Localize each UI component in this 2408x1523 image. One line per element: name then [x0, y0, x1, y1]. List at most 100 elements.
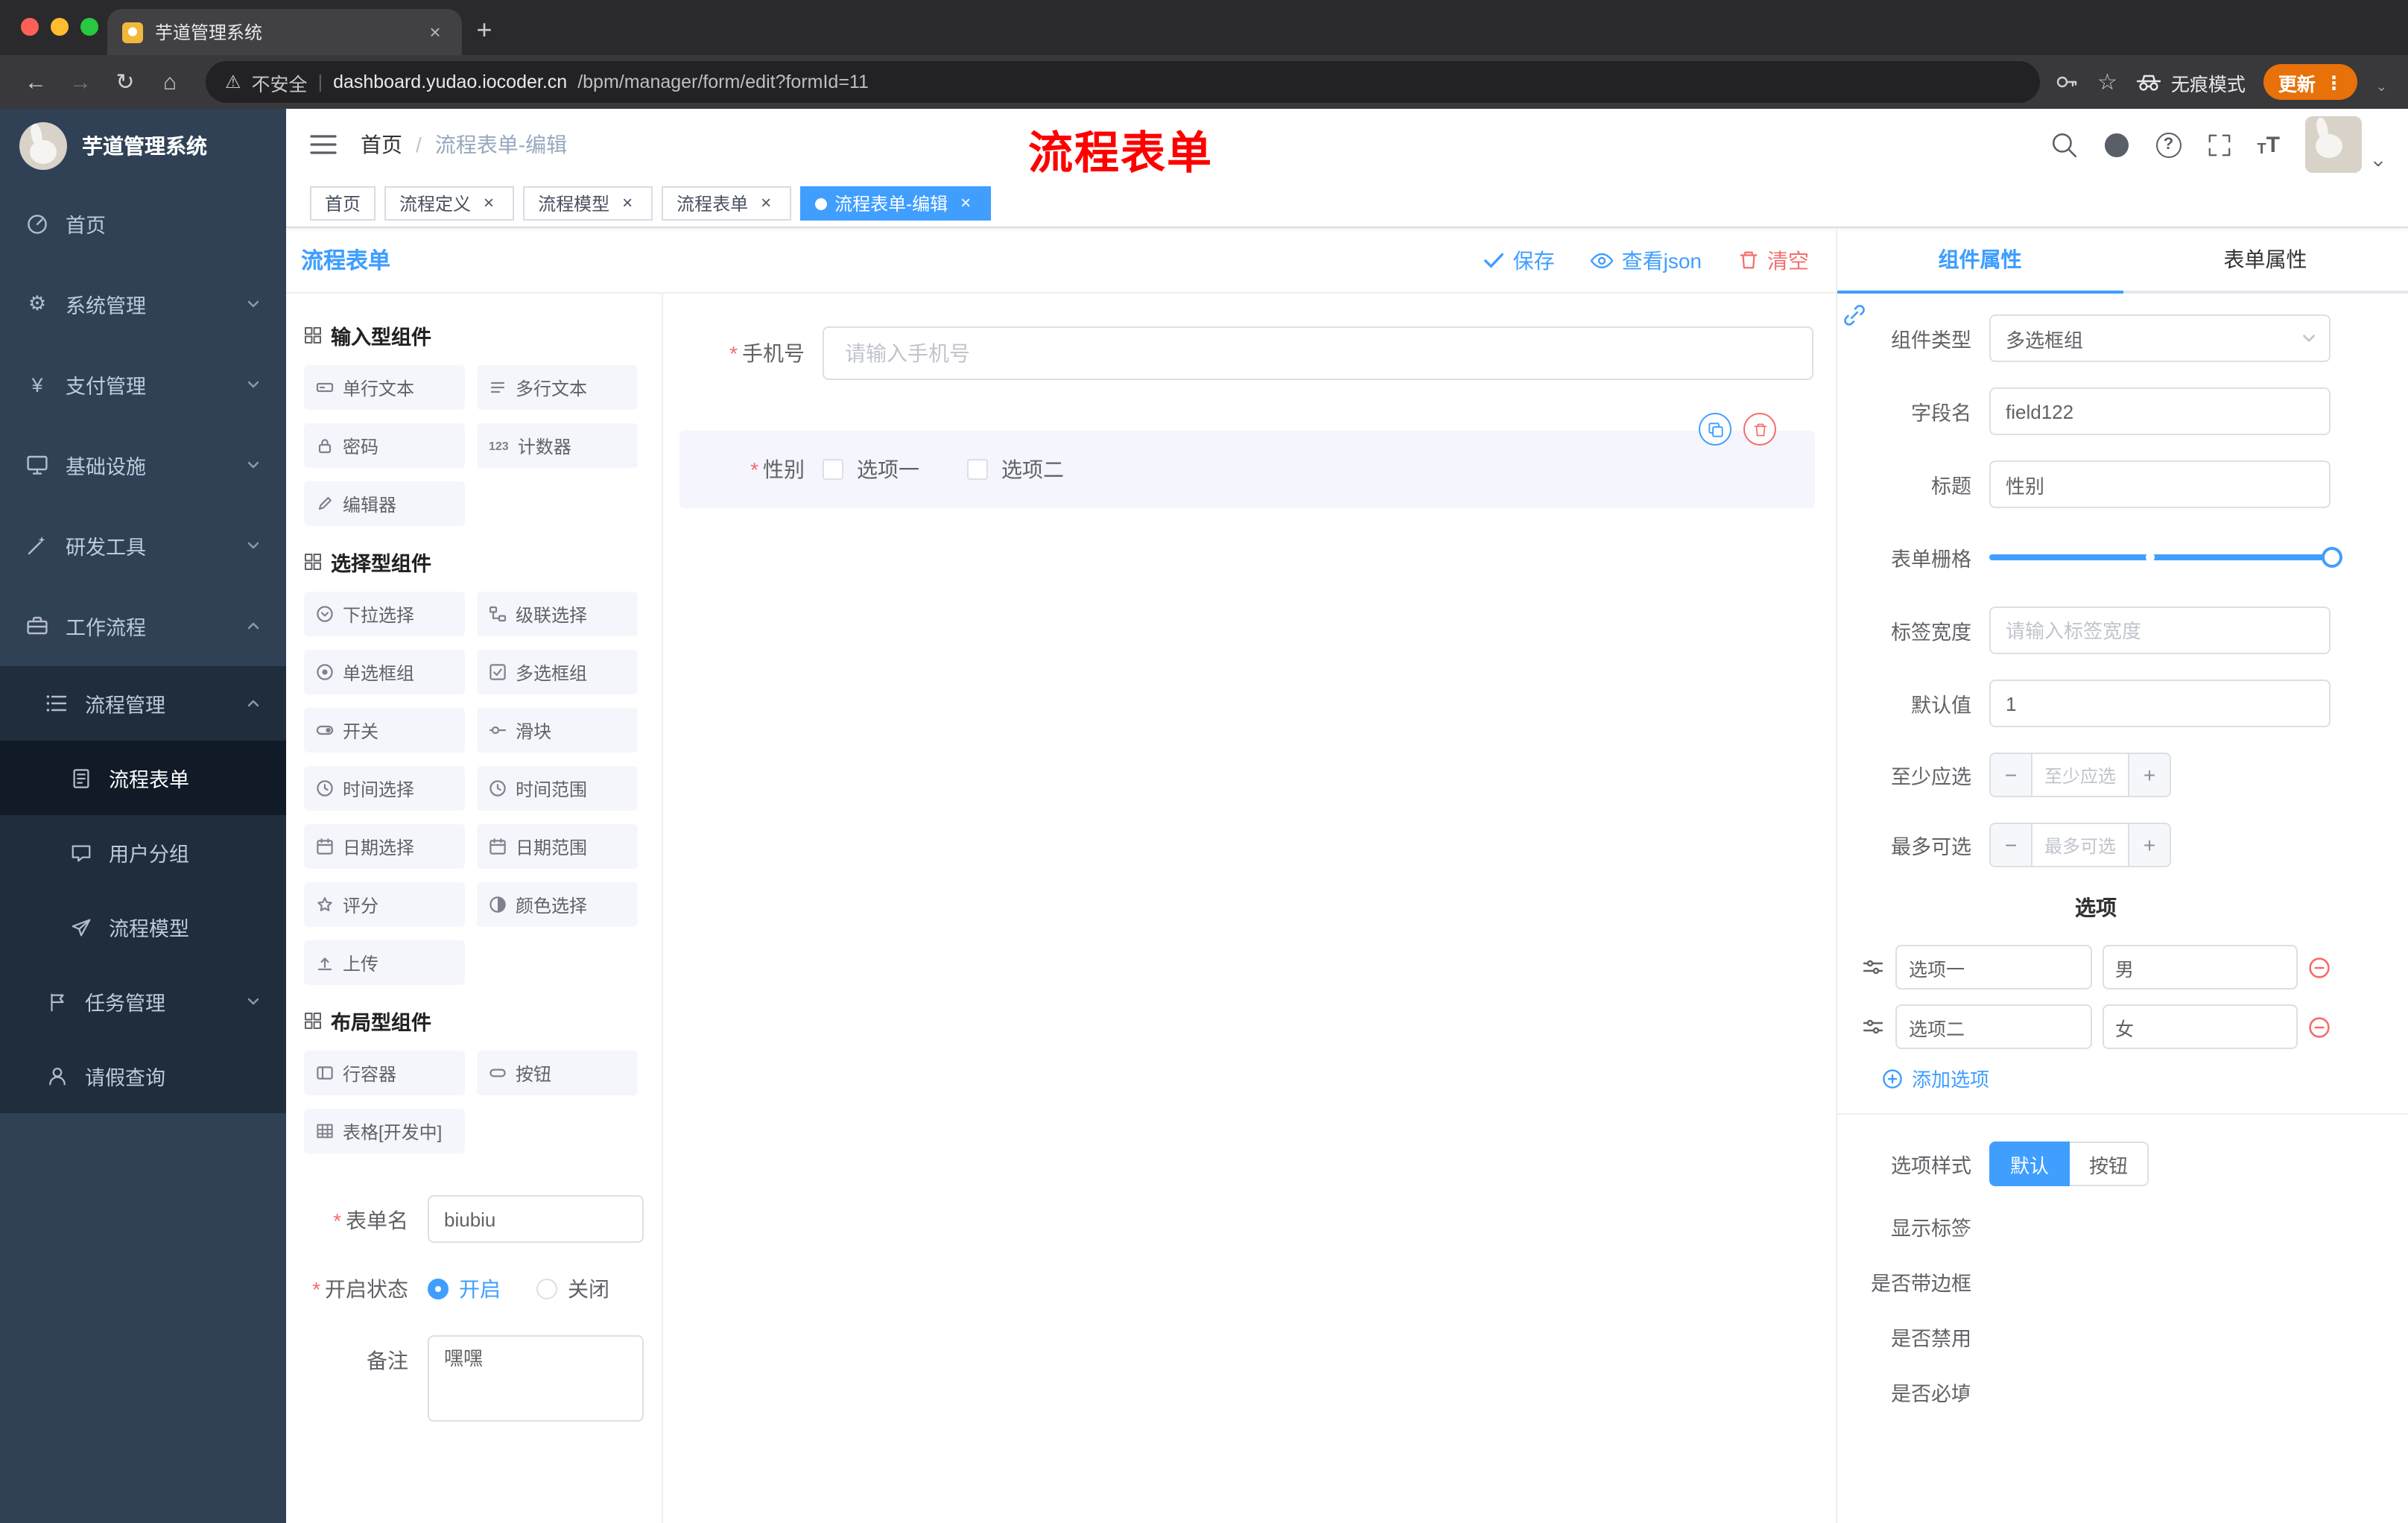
delete-component-button[interactable]	[1743, 413, 1776, 446]
sidebar-item-workflow[interactable]: 工作流程	[0, 586, 286, 666]
close-window-button[interactable]	[21, 18, 39, 36]
chip-password[interactable]: 密码	[304, 423, 465, 468]
chip-time-picker[interactable]: 时间选择	[304, 766, 465, 811]
chip-checkbox-group[interactable]: 多选框组	[477, 650, 638, 694]
chip-date-picker[interactable]: 日期选择	[304, 824, 465, 869]
add-option-button[interactable]: 添加选项	[1882, 1064, 2331, 1092]
decrement-button[interactable]: −	[1991, 824, 2032, 866]
chip-table[interactable]: 表格[开发中]	[304, 1109, 465, 1153]
chip-input-text[interactable]: 单行文本	[304, 365, 465, 410]
tag-close-icon[interactable]: ×	[617, 192, 638, 214]
minimize-window-button[interactable]	[51, 18, 69, 36]
new-tab-button[interactable]: +	[462, 7, 507, 52]
sidebar-logo[interactable]: 芋道管理系统	[0, 109, 286, 183]
tag-close-icon[interactable]: ×	[955, 192, 976, 214]
user-avatar[interactable]	[2305, 116, 2362, 173]
gender-option-2-checkbox[interactable]: 选项二	[967, 455, 1064, 484]
clear-button[interactable]: 清空	[1737, 245, 1809, 275]
drag-handle-icon[interactable]	[1861, 1015, 1885, 1039]
save-button[interactable]: 保存	[1483, 245, 1555, 275]
url-bar[interactable]: ⚠ 不安全 | dashboard.yudao.iocoder.cn/bpm/m…	[206, 61, 2041, 103]
fullscreen-icon[interactable]	[2206, 132, 2231, 157]
option-label-input[interactable]	[1895, 1004, 2091, 1049]
remove-option-button[interactable]	[2308, 956, 2331, 978]
drag-handle-icon[interactable]	[1861, 955, 1885, 979]
hamburger-icon[interactable]	[310, 133, 337, 156]
sidebar-item-process-form[interactable]: 流程表单	[0, 741, 286, 815]
copy-component-button[interactable]	[1699, 413, 1731, 446]
gender-field-row[interactable]: * 性别 选项一 选项二	[679, 413, 1815, 508]
chip-rate[interactable]: 评分	[304, 882, 465, 927]
tag-process-form-edit[interactable]: 流程表单-编辑 ×	[800, 186, 992, 221]
option-value-input[interactable]	[2102, 945, 2298, 990]
maximize-window-button[interactable]	[80, 18, 98, 36]
remark-textarea[interactable]: 嘿嘿	[428, 1335, 644, 1422]
default-value-input[interactable]	[1989, 680, 2331, 727]
tag-home[interactable]: 首页	[310, 186, 376, 221]
option-label-input[interactable]	[1895, 945, 2091, 990]
view-json-button[interactable]: 查看json	[1591, 245, 1702, 275]
tab-form-props[interactable]: 表单属性	[2123, 228, 2408, 291]
slider-handle[interactable]	[2322, 547, 2342, 568]
tag-close-icon[interactable]: ×	[478, 192, 499, 214]
help-icon[interactable]: ?	[2155, 132, 2182, 157]
option-value-input[interactable]	[2102, 1004, 2298, 1049]
status-off-radio[interactable]: 关闭	[536, 1274, 609, 1304]
tag-process-definition[interactable]: 流程定义 ×	[384, 186, 515, 221]
increment-button[interactable]: +	[2128, 754, 2170, 796]
gender-option-1-checkbox[interactable]: 选项一	[823, 455, 919, 484]
field-name-input[interactable]	[1989, 387, 2331, 435]
sidebar-item-process-management[interactable]: 流程管理	[0, 666, 286, 741]
title-input[interactable]	[1989, 460, 2331, 508]
chip-editor[interactable]: 编辑器	[304, 481, 465, 526]
chevron-down-icon[interactable]: ⌄	[2376, 79, 2387, 95]
tab-close-icon[interactable]: ×	[423, 21, 447, 43]
chip-counter[interactable]: 123 计数器	[477, 423, 638, 468]
max-count-value[interactable]: 最多可选	[2032, 824, 2128, 866]
form-name-input[interactable]	[428, 1195, 644, 1243]
home-icon[interactable]: ⌂	[149, 61, 191, 103]
reload-icon[interactable]: ↻	[104, 61, 146, 103]
tag-close-icon[interactable]: ×	[755, 192, 776, 214]
increment-button[interactable]: +	[2128, 824, 2170, 866]
search-icon[interactable]	[2050, 131, 2076, 158]
sidebar-item-user-group[interactable]: 用户分组	[0, 815, 286, 890]
chip-switch[interactable]: 开关	[304, 708, 465, 753]
grid-slider[interactable]	[1989, 533, 2342, 581]
decrement-button[interactable]: −	[1991, 754, 2032, 796]
chip-cascader[interactable]: 级联选择	[477, 592, 638, 636]
sidebar-item-system[interactable]: ⚙ 系统管理	[0, 264, 286, 344]
min-count-value[interactable]: 至少应选	[2032, 754, 2128, 796]
key-icon[interactable]	[2056, 70, 2079, 94]
chip-row-container[interactable]: 行容器	[304, 1051, 465, 1095]
sidebar-item-leave-query[interactable]: 请假查询	[0, 1039, 286, 1113]
sidebar-item-payment[interactable]: ¥ 支付管理	[0, 344, 286, 425]
update-button[interactable]: 更新 ⋮	[2263, 64, 2358, 100]
sidebar-item-devtools[interactable]: 研发工具	[0, 505, 286, 586]
link-icon[interactable]	[1842, 303, 1867, 328]
sidebar-item-task-management[interactable]: 任务管理	[0, 964, 286, 1039]
sidebar-item-infrastructure[interactable]: 基础设施	[0, 425, 286, 505]
status-on-radio[interactable]: 开启	[428, 1274, 501, 1304]
tag-process-form[interactable]: 流程表单 ×	[662, 186, 792, 221]
browser-tab[interactable]: 芋道管理系统 ×	[107, 9, 462, 55]
tab-component-props[interactable]: 组件属性	[1837, 228, 2123, 294]
chip-radio-group[interactable]: 单选框组	[304, 650, 465, 694]
chip-color-picker[interactable]: 颜色选择	[477, 882, 638, 927]
chip-time-range[interactable]: 时间范围	[477, 766, 638, 811]
chip-date-range[interactable]: 日期范围	[477, 824, 638, 869]
forward-icon[interactable]: →	[60, 61, 101, 103]
breadcrumb-home[interactable]: 首页	[361, 130, 402, 159]
font-size-icon[interactable]: TT	[2257, 132, 2280, 157]
chip-select[interactable]: 下拉选择	[304, 592, 465, 636]
style-default-button[interactable]: 默认	[1989, 1142, 2070, 1186]
remove-option-button[interactable]	[2308, 1016, 2331, 1038]
sidebar-item-process-model[interactable]: 流程模型	[0, 890, 286, 964]
bookmark-star-icon[interactable]: ☆	[2097, 69, 2117, 95]
chip-upload[interactable]: 上传	[304, 940, 465, 985]
style-button-button[interactable]: 按钮	[2070, 1142, 2149, 1186]
github-icon[interactable]	[2102, 130, 2130, 159]
sidebar-item-home[interactable]: 首页	[0, 183, 286, 264]
phone-input[interactable]	[823, 326, 1813, 380]
chip-button[interactable]: 按钮	[477, 1051, 638, 1095]
